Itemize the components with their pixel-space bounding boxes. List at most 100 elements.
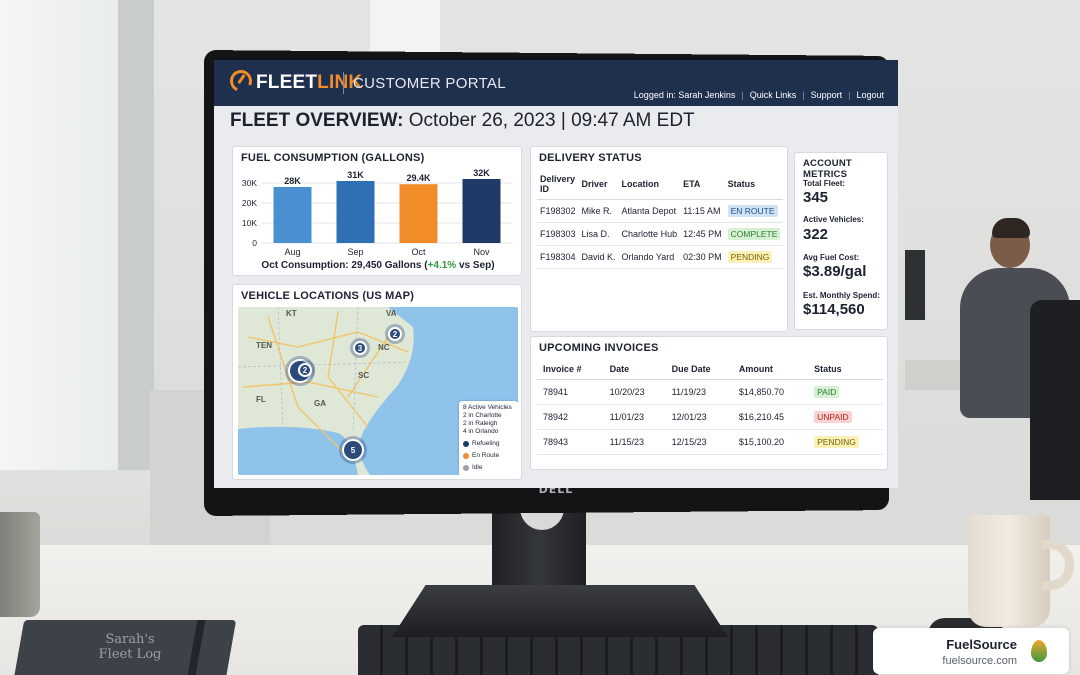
map-card-title: VEHICLE LOCATIONS (US MAP) [241,290,415,302]
column-location: Location [618,169,681,200]
column-driver: Driver [578,169,619,200]
invoice-status-cell: PAID [808,379,883,405]
map-label-va: VA [386,309,397,318]
us-map[interactable]: KT VA TEN NC SC FL GA 5 2 3 2 5 8 Active… [238,307,518,475]
watermark-url: fuelsource.com [942,655,1017,667]
vehicle-cluster-marker[interactable]: 2 [388,327,402,341]
map-label-tn: TEN [256,341,272,350]
invoice-status-cell: UNPAID [808,404,883,430]
map-label-fl: FL [256,395,266,404]
column-invoice-number: Invoice # [537,359,604,380]
brand-fleet: FLEET [256,72,318,93]
avg-fuel-cost-value: $3.89/gal [803,263,867,280]
delivery-table-header: Delivery ID Driver Location ETA Status [537,169,784,200]
monitor-screen: FLEETLINK CUSTOMER PORTAL Logged in: Sar… [214,60,898,488]
column-due-date: Due Date [665,359,733,380]
support-link[interactable]: Support [811,90,843,100]
delivery-driver-cell: Lisa D. [578,222,619,246]
invoice-num-cell: 78942 [537,404,604,430]
table-row[interactable]: 78941 10/20/23 11/19/23 $14,850.70 PAID [537,379,883,405]
logged-in-user: Logged in: Sarah Jenkins [633,90,736,100]
column-date: Date [603,359,666,380]
invoice-date-cell: 10/20/23 [603,379,666,405]
table-row[interactable]: F198302 Mike R. Atlanta Depot 11:15 AM EN RO… [537,199,784,223]
idle-dot-icon [463,465,469,471]
invoice-amount-cell: $14,850.70 [732,379,809,405]
bar-data-label: 32K [473,168,490,178]
status-badge: EN ROUTE [727,205,778,217]
column-delivery-id: Delivery ID [537,169,579,200]
delivery-driver-cell: David K. [578,245,619,269]
nav-separator: | [741,90,744,100]
fuel-bar-chart: 0 10K 20K 30K 28K Aug 31K Sep 29.4K Oct 32K Nov [242,168,513,257]
table-row[interactable]: F198304 David K. Orlando Yard 02:30 PM PENDI… [537,245,784,269]
status-badge: UNPAID [814,411,852,423]
delivery-id-cell: F198304 [537,245,579,269]
bar-data-label: 31K [347,170,364,180]
en-route-dot-icon [463,453,469,459]
office-chair [1030,300,1080,500]
fuel-card-title: FUEL CONSUMPTION (GALLONS) [241,152,425,164]
vehicle-cluster-marker[interactable]: 3 [353,341,367,355]
monthly-spend-label: Est. Monthly Spend: [803,291,880,300]
coffee-mug [968,515,1050,627]
column-status: Status [724,169,784,200]
bar-aug[interactable] [273,187,312,243]
bar-nov[interactable] [462,179,501,243]
fuel-summary: Oct Consumption: 29,450 Gallons (+4.1% v… [233,260,523,271]
bar-data-label: 28K [284,176,301,186]
legend-status-row: En Route [463,452,514,460]
table-row[interactable]: F198303 Lisa D. Charlotte Hub 12:45 PM COMPL… [537,222,784,246]
delivery-card-title: DELIVERY STATUS [539,152,642,164]
delivery-eta-cell: 12:45 PM [680,222,725,246]
map-legend: 8 Active Vehicles 2 in Charlotte 2 in Ra… [459,401,518,475]
invoice-date-cell: 11/01/23 [603,404,666,430]
notebook-line-1: Sarah's [105,632,155,647]
legend-status-row: Idle [463,464,514,472]
delivery-status-cell: EN ROUTE [724,199,784,223]
logout-link[interactable]: Logout [856,90,884,100]
active-vehicles-label: Active Vehicles: [803,215,864,224]
invoices-table: Invoice # Date Due Date Amount Status 78… [537,359,883,455]
invoice-due-cell: 11/19/23 [665,379,733,405]
table-row[interactable]: 78943 11/15/23 12/15/23 $15,100.20 PENDING [537,429,883,455]
delivery-id-cell: F198303 [537,222,579,246]
legend-orlando: 4 in Orlando [463,428,499,435]
total-fleet-value: 345 [803,189,829,206]
vehicle-cluster-marker[interactable]: 2 [298,363,312,377]
page-title-label: FLEET OVERVIEW: [230,110,404,131]
invoices-table-header: Invoice # Date Due Date Amount Status [537,359,883,380]
invoice-date-cell: 11/15/23 [603,429,666,455]
upcoming-invoices-card: UPCOMING INVOICES Invoice # Date Due Dat… [530,336,888,470]
invoice-amount-cell: $16,210.45 [732,404,809,430]
page-title: FLEET OVERVIEW: October 26, 2023 | 09:47… [230,110,695,132]
invoice-due-cell: 12/01/23 [665,404,733,430]
brand-logo[interactable]: FLEETLINK [256,72,362,94]
delivery-eta-cell: 11:15 AM [680,199,725,223]
top-nav: Logged in: Sarah Jenkins | Quick Links |… [634,90,884,100]
vehicle-cluster-marker[interactable]: 5 [342,439,364,461]
delivery-status-cell: PENDING [724,245,784,269]
y-tick-label: 0 [252,238,257,248]
map-label-sc: SC [358,371,370,380]
nav-separator: | [848,90,851,100]
notebook-line-2: Fleet Log [98,647,162,662]
bar-sep[interactable] [336,181,375,243]
delivery-id-cell: F198302 [537,199,579,223]
table-row[interactable]: 78942 11/01/23 12/01/23 $16,210.45 UNPAID [537,404,883,430]
legend-active-vehicles: 8 Active Vehicles [463,404,512,411]
refueling-dot-icon [463,441,469,447]
metrics-card-title: ACCOUNT METRICS [803,158,852,180]
bar-oct[interactable] [399,184,438,243]
status-badge: PENDING [814,436,859,448]
delivery-location-cell: Charlotte Hub [618,222,681,246]
status-badge: COMPLETE [727,228,781,240]
brand-divider [343,72,344,94]
page-timestamp: October 26, 2023 | 09:47 AM EDT [408,110,695,131]
quick-links-link[interactable]: Quick Links [750,90,797,100]
map-label-nc: NC [378,343,390,352]
column-status: Status [808,359,883,380]
column-eta: ETA [680,169,725,200]
invoice-amount-cell: $15,100.20 [732,429,809,455]
delivery-eta-cell: 02:30 PM [680,245,725,269]
